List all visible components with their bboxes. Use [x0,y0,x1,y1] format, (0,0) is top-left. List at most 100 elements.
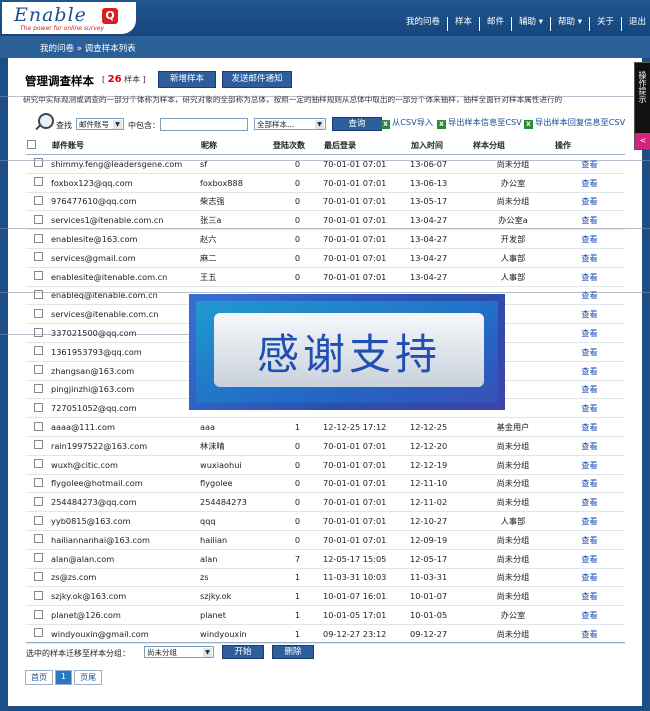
view-link[interactable]: 查看 [554,380,625,400]
artifact-line [0,334,190,335]
header-nickname[interactable]: 昵称 [200,136,272,155]
row-checkbox[interactable] [34,571,43,581]
artifact-line [0,228,650,229]
row-checkbox[interactable] [34,496,43,506]
query-button[interactable]: 查询 [332,117,382,131]
header-join-time[interactable]: 加入时间 [410,136,472,155]
view-link[interactable]: 查看 [554,192,625,212]
cell-login-count: 0 [272,173,323,193]
view-link[interactable]: 查看 [554,210,625,231]
view-link[interactable]: 查看 [554,436,625,456]
keyword-input[interactable] [160,118,248,131]
row-checkbox[interactable] [34,553,43,563]
view-link[interactable]: 查看 [554,417,625,437]
select-all-checkbox[interactable] [27,139,36,149]
row-checkbox[interactable] [34,421,43,431]
view-link[interactable]: 查看 [554,323,625,343]
header-login-count[interactable]: 登陆次数 [272,136,323,155]
row-checkbox[interactable] [34,628,43,638]
row-checkbox[interactable] [34,195,43,205]
cell-login-count: 0 [272,267,323,287]
start-button[interactable]: 开始 [222,645,264,659]
row-checkbox[interactable] [34,177,43,187]
topnav-item-1[interactable]: 样本 [448,17,481,31]
table-row: wuxh@citic.com wuxiaohui 0 70-01-01 07:01 12… [26,455,625,475]
view-link[interactable]: 查看 [554,361,625,381]
view-link[interactable]: 查看 [554,286,625,306]
view-link[interactable]: 查看 [554,530,625,550]
view-link[interactable]: 查看 [554,248,625,268]
export-reply-link[interactable]: X 导出样本回复信息至CSV [524,116,625,129]
delete-button[interactable]: 删除 [272,645,314,659]
row-checkbox[interactable] [34,590,43,600]
view-link[interactable]: 查看 [554,455,625,475]
topnav-item-5[interactable]: 关于 [590,17,622,31]
view-link[interactable]: 查看 [554,586,625,607]
row-checkbox[interactable] [34,534,43,544]
topnav-item-6[interactable]: 退出 [622,17,650,31]
topnav-item-4[interactable]: 帮助 ▾ [551,17,590,31]
row-checkbox[interactable] [34,515,43,525]
topnav-item-2[interactable]: 邮件 [480,17,513,31]
view-link[interactable]: 查看 [554,568,625,588]
row-checkbox[interactable] [34,459,43,469]
row-checkbox[interactable] [34,252,43,262]
cell-last-login: 12-12-25 17:12 [323,417,410,437]
expand-icon[interactable]: < [635,133,650,149]
view-link[interactable]: 查看 [554,173,625,193]
view-link[interactable]: 查看 [554,511,625,531]
row-checkbox[interactable] [34,440,43,450]
breadcrumb[interactable]: 我的问卷 » 调查样本列表 [40,42,136,54]
view-link[interactable]: 查看 [554,474,625,494]
cell-last-login: 70-01-01 07:01 [323,173,410,193]
header-last-login[interactable]: 最后登录 [323,136,410,155]
view-link[interactable]: 查看 [554,229,625,249]
cell-join-time: 13-05-17 [410,192,472,212]
row-checkbox[interactable] [34,477,43,487]
logo[interactable]: Enable Q The power for online survey [2,2,136,34]
field-select[interactable]: 邮件账号 ▼ [76,118,124,130]
main-panel: 管理调查样本 [ 26 样本 ] 新增样本 发送邮件通知 研究中实际观测或调查的… [8,58,642,706]
cell-join-time: 13-04-27 [410,267,472,287]
first-page-link[interactable]: 首页 [25,670,53,685]
topnav-item-3[interactable]: 辅助 ▾ [512,17,551,31]
row-checkbox[interactable] [34,271,43,281]
view-link[interactable]: 查看 [554,492,625,513]
operation-tips-tab[interactable]: 操作提示 < [634,62,650,150]
add-sample-button[interactable]: 新增样本 [158,71,216,88]
row-checkbox[interactable] [34,233,43,243]
row-checkbox[interactable] [34,365,43,375]
cell-nickname: planet [200,605,272,625]
view-link[interactable]: 查看 [554,154,625,174]
move-group-select[interactable]: 尚未分组 ▼ [144,646,214,658]
row-checkbox[interactable] [34,308,43,318]
row-checkbox[interactable] [34,383,43,393]
row-checkbox[interactable] [34,346,43,356]
row-checkbox[interactable] [34,609,43,619]
table-row: hailiannanhai@163.com hailian 0 70-01-01 07… [26,530,625,550]
view-link[interactable]: 查看 [554,398,625,419]
cell-join-time: 13-06-07 [410,154,472,174]
current-page[interactable]: 1 [55,670,73,685]
view-link[interactable]: 查看 [554,605,625,625]
artifact-line [0,160,650,161]
row-checkbox[interactable] [34,402,43,412]
export-info-link[interactable]: X 导出样本信息至CSV [437,116,522,129]
view-link[interactable]: 查看 [554,624,625,644]
last-page-link[interactable]: 页尾 [74,670,103,685]
group-select[interactable]: 全部样本... ▼ [254,118,326,130]
import-csv-link[interactable]: X 从CSV导入 [381,116,433,129]
view-link[interactable]: 查看 [554,549,625,569]
cell-join-time: 13-04-27 [410,229,472,249]
view-link[interactable]: 查看 [554,304,625,325]
header-email[interactable]: 邮件账号 [51,136,200,155]
header-group[interactable]: 样本分组 [472,136,554,155]
cell-email: services@itenable.com.cn [51,304,200,325]
cell-join-time: 12-11-10 [410,474,472,494]
view-link[interactable]: 查看 [554,267,625,287]
row-checkbox[interactable] [34,214,43,224]
row-checkbox[interactable] [34,327,43,337]
send-mail-button[interactable]: 发送邮件通知 [222,71,292,88]
topnav-item-0[interactable]: 我的问卷 [399,17,448,31]
view-link[interactable]: 查看 [554,342,625,362]
